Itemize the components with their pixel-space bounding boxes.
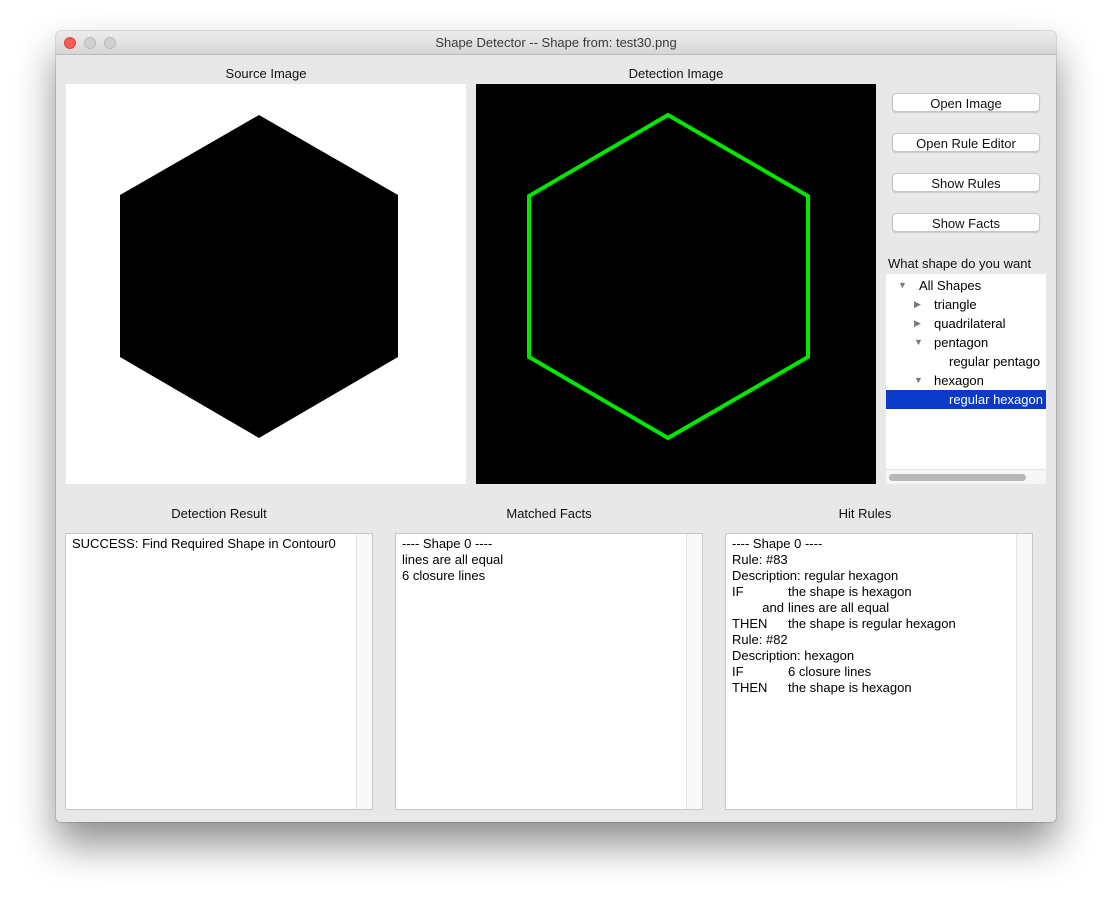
show-rules-button[interactable]: Show Rules (892, 173, 1040, 192)
tree-horizontal-scrollbar[interactable] (886, 469, 1046, 484)
open-image-button[interactable]: Open Image (892, 93, 1040, 112)
rule-text: the shape is hexagon (788, 680, 912, 695)
tree-item-pentagon[interactable]: ▼ pentagon (886, 333, 1046, 352)
detection-image-canvas (476, 84, 876, 484)
tree-item-label: pentagon (934, 335, 989, 350)
rule-keyword: IF (732, 664, 744, 679)
rule-line: IF the shape is hexagon (732, 584, 956, 600)
shape-tree-label: What shape do you want (888, 256, 1032, 271)
detection-image-background (476, 84, 876, 484)
rule-line: Rule: #82 (732, 632, 788, 647)
tree-item-label: triangle (934, 297, 977, 312)
source-image-panel (66, 84, 466, 484)
fact-line: lines are all equal (402, 552, 504, 567)
rule-line: THEN the shape is regular hexagon (732, 616, 956, 632)
tree-item-label: quadrilateral (934, 316, 1006, 331)
rule-line: Description: regular hexagon (732, 568, 899, 583)
tree-item-label: regular pentago (949, 354, 1041, 369)
hit-rules-text: ---- Shape 0 ---- Rule: #83 Description: r… (732, 536, 956, 696)
fact-line: ---- Shape 0 ---- (402, 536, 493, 551)
vertical-scrollbar[interactable] (356, 534, 372, 809)
rule-line: Description: hexagon (732, 648, 855, 663)
matched-facts-textarea[interactable]: ---- Shape 0 ---- lines are all equal 6 cl… (395, 533, 703, 810)
shape-tree[interactable]: ▼ All Shapes ▶ triangle ▶ quadrilateral … (886, 274, 1046, 484)
rule-text: the shape is hexagon (788, 584, 912, 599)
fact-line: 6 closure lines (402, 568, 486, 583)
hit-rules-textarea[interactable]: ---- Shape 0 ---- Rule: #83 Description: r… (725, 533, 1033, 810)
tree-item-all-shapes[interactable]: ▼ All Shapes (886, 276, 1046, 295)
open-rule-editor-button[interactable]: Open Rule Editor (892, 133, 1040, 152)
rule-keyword: IF (732, 584, 744, 599)
title-bar: Shape Detector -- Shape from: test30.png (56, 31, 1056, 55)
result-line: SUCCESS: Find Required Shape in Contour0 (72, 536, 336, 551)
rule-keyword: and (762, 600, 784, 615)
rule-line: and lines are all equal (732, 600, 956, 616)
tree-item-label: regular hexagon (949, 392, 1043, 407)
matched-facts-label: Matched Facts (506, 506, 592, 521)
collapsed-arrow-icon[interactable]: ▶ (914, 314, 921, 333)
rule-text: 6 closure lines (788, 664, 872, 679)
tree-item-label: All Shapes (919, 278, 982, 293)
expanded-arrow-icon[interactable]: ▼ (914, 371, 923, 390)
detection-image-panel (476, 84, 876, 484)
detection-result-label: Detection Result (171, 506, 267, 521)
matched-facts-text: ---- Shape 0 ---- lines are all equal 6 cl… (402, 536, 503, 584)
detection-result-text: SUCCESS: Find Required Shape in Contour0 (72, 536, 336, 552)
window-title: Shape Detector -- Shape from: test30.png (435, 35, 677, 50)
rule-keyword: THEN (732, 616, 768, 631)
tree-item-hexagon[interactable]: ▼ hexagon (886, 371, 1046, 390)
rule-text: lines are all equal (788, 600, 890, 615)
rule-keyword: THEN (732, 680, 768, 695)
detection-image-label: Detection Image (628, 66, 724, 81)
source-image-label: Source Image (225, 66, 307, 81)
tree-item-triangle[interactable]: ▶ triangle (886, 295, 1046, 314)
tree-item-regular-hexagon[interactable]: regular hexagon (886, 390, 1046, 409)
rule-line: THEN the shape is hexagon (732, 680, 956, 696)
tree-item-quadrilateral[interactable]: ▶ quadrilateral (886, 314, 1046, 333)
collapsed-arrow-icon[interactable]: ▶ (914, 295, 921, 314)
vertical-scrollbar[interactable] (1016, 534, 1032, 809)
detection-result-textarea[interactable]: SUCCESS: Find Required Shape in Contour0 (65, 533, 373, 810)
rule-text: the shape is regular hexagon (788, 616, 956, 631)
tree-item-label: hexagon (934, 373, 984, 388)
expanded-arrow-icon[interactable]: ▼ (898, 276, 907, 295)
rule-line: IF 6 closure lines (732, 664, 956, 680)
show-facts-button[interactable]: Show Facts (892, 213, 1040, 232)
expanded-arrow-icon[interactable]: ▼ (914, 333, 923, 352)
rule-line: ---- Shape 0 ---- (732, 536, 823, 551)
hit-rules-label: Hit Rules (838, 506, 892, 521)
rule-line: Rule: #83 (732, 552, 788, 567)
vertical-scrollbar[interactable] (686, 534, 702, 809)
source-image-canvas (66, 84, 466, 484)
scrollbar-thumb[interactable] (889, 474, 1026, 481)
app-window: Shape Detector -- Shape from: test30.png… (56, 31, 1056, 822)
tree-item-regular-pentagon[interactable]: regular pentago (886, 352, 1046, 371)
